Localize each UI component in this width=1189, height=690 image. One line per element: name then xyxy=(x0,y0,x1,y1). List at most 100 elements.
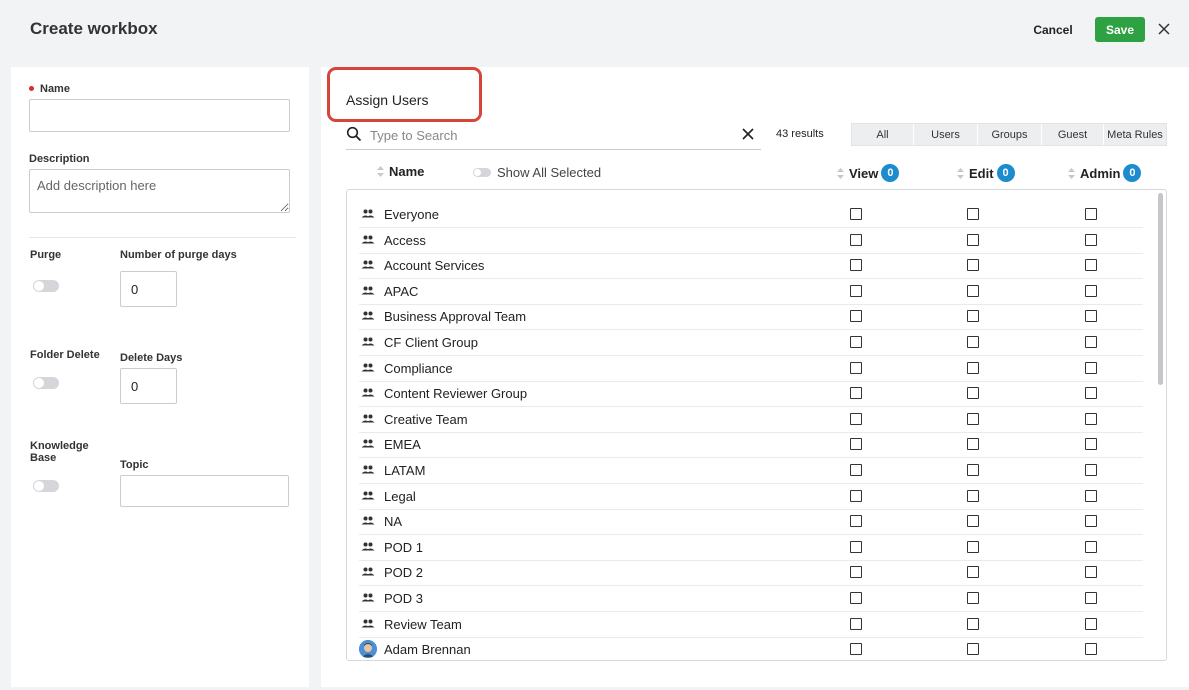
view-checkbox[interactable] xyxy=(850,284,862,297)
view-checkbox[interactable] xyxy=(850,310,862,323)
group-row: Account Services xyxy=(359,253,1143,280)
tab-all[interactable]: All xyxy=(852,124,914,145)
topic-field[interactable] xyxy=(120,475,289,507)
column-header-edit[interactable]: Edit 0 xyxy=(957,164,1015,182)
admin-checkbox[interactable] xyxy=(1085,617,1097,630)
edit-checkbox[interactable] xyxy=(967,208,979,220)
view-checkbox[interactable] xyxy=(850,336,862,348)
close-icon[interactable] xyxy=(1154,19,1174,39)
admin-checkbox[interactable] xyxy=(1085,412,1097,425)
knowledge-base-label: Knowledge Base xyxy=(30,440,89,464)
edit-checkbox[interactable] xyxy=(967,361,979,374)
view-checkbox[interactable] xyxy=(850,259,862,272)
group-icon xyxy=(361,337,375,346)
knowledge-base-label-line2: Base xyxy=(30,452,57,464)
description-field[interactable] xyxy=(29,169,290,213)
row-label: EMEA xyxy=(384,437,421,453)
view-checkbox[interactable] xyxy=(850,438,862,451)
admin-checkbox[interactable] xyxy=(1085,284,1097,297)
row-label: LATAM xyxy=(384,463,426,478)
edit-checkbox[interactable] xyxy=(967,617,979,630)
admin-checkbox[interactable] xyxy=(1085,438,1097,451)
view-checkbox[interactable] xyxy=(850,617,862,630)
edit-checkbox[interactable] xyxy=(967,284,979,297)
tab-users[interactable]: Users xyxy=(914,124,978,145)
view-checkbox[interactable] xyxy=(850,566,862,579)
edit-checkbox[interactable] xyxy=(967,259,979,272)
admin-checkbox[interactable] xyxy=(1085,515,1097,528)
admin-checkbox[interactable] xyxy=(1085,592,1097,604)
column-header-admin[interactable]: Admin 0 xyxy=(1068,164,1142,182)
admin-checkbox[interactable] xyxy=(1085,310,1097,323)
edit-checkbox[interactable] xyxy=(967,540,979,553)
search-input[interactable] xyxy=(370,125,730,145)
purge-label: Purge xyxy=(30,249,62,261)
view-checkbox[interactable] xyxy=(850,233,862,246)
row-label: Content Reviewer Group xyxy=(384,386,528,402)
column-header-name[interactable]: Name xyxy=(377,164,424,179)
view-checkbox[interactable] xyxy=(850,592,862,604)
sort-icon xyxy=(837,167,844,179)
edit-checkbox[interactable] xyxy=(967,387,979,400)
group-icon xyxy=(361,311,375,320)
delete-days-field[interactable] xyxy=(120,368,177,404)
clear-search-icon[interactable] xyxy=(741,127,755,141)
show-all-selected-label: Show All Selected xyxy=(497,165,602,180)
group-row: Business Approval Team xyxy=(359,304,1143,331)
edit-checkbox[interactable] xyxy=(967,310,979,323)
row-label: CF Client Group xyxy=(384,335,478,350)
view-checkbox[interactable] xyxy=(850,489,862,502)
knowledge-base-toggle[interactable] xyxy=(33,480,59,492)
edit-checkbox[interactable] xyxy=(967,489,979,502)
list-scrollbar[interactable] xyxy=(1158,193,1163,385)
row-label: Legal xyxy=(384,488,416,504)
folder-delete-toggle[interactable] xyxy=(33,377,59,389)
admin-checkbox[interactable] xyxy=(1085,566,1097,579)
edit-checkbox[interactable] xyxy=(967,464,979,476)
admin-checkbox[interactable] xyxy=(1085,259,1097,272)
view-checkbox[interactable] xyxy=(850,361,862,374)
view-checkbox[interactable] xyxy=(850,208,862,220)
view-count-badge: 0 xyxy=(881,164,900,182)
view-checkbox[interactable] xyxy=(850,464,862,476)
tab-groups[interactable]: Groups xyxy=(978,124,1042,145)
purge-days-field[interactable] xyxy=(120,271,177,307)
edit-checkbox[interactable] xyxy=(967,592,979,604)
edit-checkbox[interactable] xyxy=(967,412,979,425)
admin-checkbox[interactable] xyxy=(1085,233,1097,246)
admin-checkbox[interactable] xyxy=(1085,464,1097,476)
tab-guest[interactable]: Guest xyxy=(1042,124,1104,145)
group-row: APAC xyxy=(359,279,1143,305)
show-all-selected-toggle[interactable] xyxy=(473,168,491,177)
admin-checkbox[interactable] xyxy=(1085,643,1097,656)
group-row: Compliance xyxy=(359,356,1143,382)
admin-checkbox[interactable] xyxy=(1085,336,1097,348)
edit-checkbox[interactable] xyxy=(967,336,979,348)
purge-toggle[interactable] xyxy=(33,280,59,292)
tab-meta-rules[interactable]: Meta Rules xyxy=(1104,124,1166,145)
admin-checkbox[interactable] xyxy=(1085,208,1097,220)
admin-checkbox[interactable] xyxy=(1085,361,1097,374)
edit-checkbox[interactable] xyxy=(967,438,979,451)
name-label: Name xyxy=(29,83,70,95)
group-row: EMEA xyxy=(359,432,1143,459)
group-icon xyxy=(361,567,375,576)
view-checkbox[interactable] xyxy=(850,412,862,425)
name-field[interactable] xyxy=(29,99,290,132)
edit-checkbox[interactable] xyxy=(967,233,979,246)
column-header-view[interactable]: View 0 xyxy=(837,164,900,182)
view-checkbox[interactable] xyxy=(850,643,862,656)
row-label: APAC xyxy=(384,283,419,299)
cancel-button[interactable]: Cancel xyxy=(1024,20,1082,40)
admin-checkbox[interactable] xyxy=(1085,540,1097,553)
admin-checkbox[interactable] xyxy=(1085,387,1097,400)
save-button[interactable]: Save xyxy=(1095,17,1145,42)
view-checkbox[interactable] xyxy=(850,387,862,400)
edit-checkbox[interactable] xyxy=(967,643,979,656)
admin-checkbox[interactable] xyxy=(1085,489,1097,502)
view-checkbox[interactable] xyxy=(850,515,862,528)
edit-checkbox[interactable] xyxy=(967,515,979,528)
edit-checkbox[interactable] xyxy=(967,566,979,579)
view-checkbox[interactable] xyxy=(850,540,862,553)
dialog-header: Create workbox Cancel Save xyxy=(0,0,1189,60)
